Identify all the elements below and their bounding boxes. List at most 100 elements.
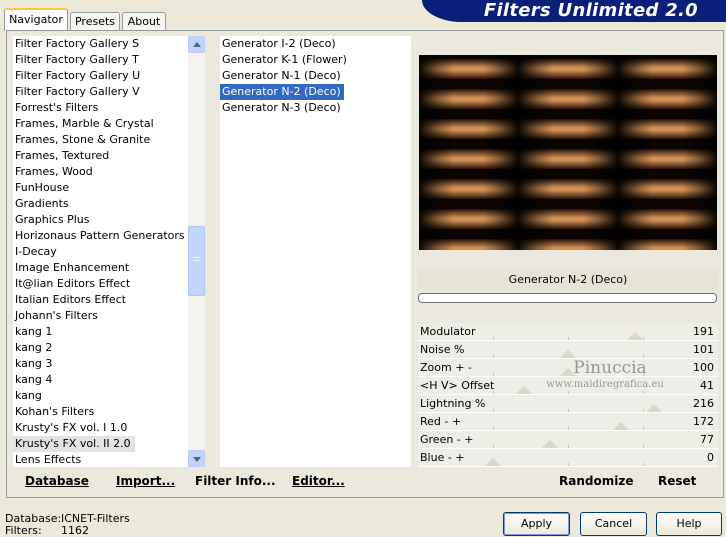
category-item[interactable]: Filter Factory Gallery V — [13, 84, 188, 100]
param-value: 101 — [693, 343, 714, 356]
param-label: Modulator — [420, 325, 476, 338]
category-item[interactable]: Image Enhancement — [13, 260, 188, 276]
slider-tick — [493, 445, 494, 448]
param-row[interactable]: Green - + 77 — [418, 431, 718, 449]
editor-button[interactable]: Editor... — [292, 474, 345, 488]
category-item[interactable]: kang 4 — [13, 372, 188, 388]
slider-tick — [643, 445, 644, 448]
apply-button[interactable]: Apply — [503, 512, 570, 536]
category-item[interactable]: kang — [13, 388, 188, 404]
category-item[interactable]: Gradients — [13, 196, 188, 212]
cancel-button[interactable]: Cancel — [580, 512, 647, 536]
param-row[interactable]: Noise % 101 — [418, 341, 718, 359]
slider-tick — [493, 355, 494, 358]
tab-presets[interactable]: Presets — [70, 12, 120, 31]
scroll-up-button[interactable] — [188, 36, 205, 53]
reset-button[interactable]: Reset — [658, 474, 696, 488]
slider-handle[interactable] — [613, 422, 629, 430]
category-item[interactable]: It@lian Editors Effect — [13, 276, 188, 292]
param-label: Noise % — [420, 343, 465, 356]
slider-tick — [493, 373, 494, 376]
category-item[interactable]: Kohan's Filters — [13, 404, 188, 420]
slider-tick — [493, 391, 494, 394]
category-item[interactable]: kang 3 — [13, 356, 188, 372]
chevron-down-icon — [193, 457, 201, 462]
category-item[interactable]: Graphics Plus — [13, 212, 188, 228]
param-value: 41 — [700, 379, 714, 392]
filter-item[interactable]: Generator N-3 (Deco) — [220, 100, 411, 116]
param-row[interactable]: Modulator 191 — [418, 323, 718, 341]
filter-item[interactable]: Generator N-1 (Deco) — [220, 68, 411, 84]
slider-tick — [568, 445, 569, 448]
param-label: Lightning % — [420, 397, 486, 410]
category-item[interactable]: Frames, Marble & Crystal — [13, 116, 188, 132]
category-item[interactable]: Krusty's FX vol. II 2.0 — [13, 436, 135, 452]
slider-tick — [568, 463, 569, 466]
slider-tick — [568, 337, 569, 340]
brand-banner: Filters Unlimited 2.0 — [422, 0, 726, 22]
param-label: Green - + — [420, 433, 474, 446]
preview-filter-name: Generator N-2 (Deco) — [418, 268, 718, 290]
filter-preview-image — [419, 55, 717, 250]
import-button[interactable]: Import... — [116, 474, 175, 488]
param-row[interactable]: Lightning % 216 — [418, 395, 718, 413]
chevron-up-icon — [193, 42, 201, 47]
slider-handle[interactable] — [646, 404, 662, 412]
param-label: Red - + — [420, 415, 462, 428]
param-value: 191 — [693, 325, 714, 338]
category-item[interactable]: Horizonaus Pattern Generators — [13, 228, 188, 244]
category-item[interactable]: kang 2 — [13, 340, 188, 356]
filter-item[interactable]: Generator K-1 (Flower) — [220, 52, 411, 68]
category-item[interactable]: Filter Factory Gallery T — [13, 52, 188, 68]
category-item[interactable]: kang 1 — [13, 324, 188, 340]
param-value: 172 — [693, 415, 714, 428]
watermark-url: www.maidiregrafica.eu — [546, 379, 664, 390]
slider-tick — [493, 427, 494, 430]
param-value: 100 — [693, 361, 714, 374]
slider-handle[interactable] — [542, 440, 558, 448]
slider-tick — [568, 391, 569, 394]
param-row[interactable]: Red - + 172 — [418, 413, 718, 431]
filter-item[interactable]: Generator I-2 (Deco) — [220, 36, 411, 52]
param-value: 77 — [700, 433, 714, 446]
category-scrollbar[interactable] — [188, 36, 205, 467]
param-label: Blue - + — [420, 451, 465, 464]
category-item[interactable]: Italian Editors Effect — [13, 292, 188, 308]
category-item[interactable]: Krusty's FX vol. I 1.0 — [13, 420, 188, 436]
slider-handle[interactable] — [627, 332, 643, 340]
category-item[interactable]: Frames, Wood — [13, 164, 188, 180]
scroll-thumb[interactable] — [188, 226, 205, 296]
parameter-sliders: Modulator 191 Noise % 101 Zoom + - 100 <H V> O… — [418, 323, 718, 467]
slider-handle[interactable] — [516, 386, 532, 394]
progress-bar — [418, 293, 717, 303]
param-row[interactable]: Blue - + 0 — [418, 449, 718, 467]
category-item[interactable]: Frames, Textured — [13, 148, 188, 164]
category-item[interactable]: I-Decay — [13, 244, 188, 260]
category-item[interactable]: FunHouse — [13, 180, 188, 196]
param-value: 216 — [693, 397, 714, 410]
category-item[interactable]: Forrest's Filters — [13, 100, 188, 116]
scroll-down-button[interactable] — [188, 450, 205, 467]
param-label: Zoom + - — [420, 361, 472, 374]
watermark-name: Pinuccia — [573, 358, 647, 378]
category-item[interactable]: Lens Effects — [13, 452, 188, 467]
category-item[interactable]: Filter Factory Gallery U — [13, 68, 188, 84]
help-button[interactable]: Help — [656, 512, 722, 536]
slider-tick — [493, 337, 494, 340]
tab-about[interactable]: About — [122, 12, 166, 31]
filter-item[interactable]: Generator N-2 (Deco) — [220, 84, 344, 100]
category-item[interactable]: Filter Factory Gallery S — [13, 36, 188, 52]
category-item[interactable]: Frames, Stone & Granite — [13, 132, 188, 148]
filter-list[interactable]: Generator I-2 (Deco) Generator K-1 (Flowe… — [220, 36, 411, 467]
slider-handle[interactable] — [485, 458, 501, 466]
filter-info-button[interactable]: Filter Info... — [195, 474, 276, 488]
database-button[interactable]: Database — [25, 474, 89, 488]
category-item[interactable]: Johann's Filters — [13, 308, 188, 324]
category-list[interactable]: Filter Factory Gallery S Filter Factory G… — [13, 36, 188, 467]
status-filters-label: Filters: — [5, 524, 42, 537]
tab-navigator[interactable]: Navigator — [4, 8, 68, 31]
slider-handle[interactable] — [560, 350, 576, 358]
slider-tick — [643, 337, 644, 340]
randomize-button[interactable]: Randomize — [559, 474, 633, 488]
status-filters-value: 1162 — [61, 524, 89, 537]
